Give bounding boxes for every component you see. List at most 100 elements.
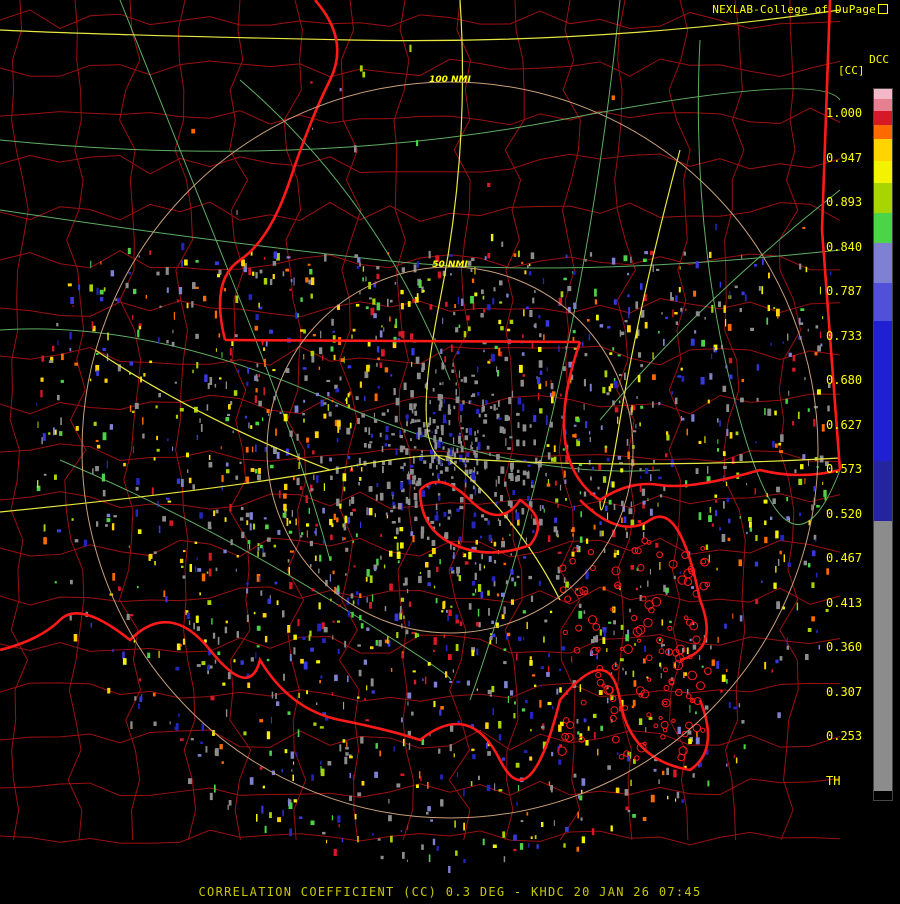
echo-pixel <box>644 645 647 652</box>
echo-pixel <box>285 268 290 272</box>
echo-pixel <box>264 358 266 367</box>
echo-pixel <box>503 648 507 651</box>
echo-pixel <box>556 688 559 695</box>
echo-pixel <box>592 466 594 471</box>
echo-pixel <box>357 417 360 425</box>
echo-pixel <box>807 328 809 332</box>
echo-pixel <box>282 512 287 518</box>
echo-pixel <box>360 623 364 629</box>
echo-pixel <box>229 348 232 356</box>
marsh-contour <box>691 698 696 703</box>
echo-pixel <box>462 552 464 557</box>
echo-pixel <box>539 370 543 375</box>
echo-pixel <box>178 713 180 717</box>
echo-pixel <box>627 272 630 276</box>
echo-pixel <box>372 832 374 836</box>
echo-pixel <box>95 439 99 442</box>
echo-pixel <box>640 283 643 290</box>
echo-pixel <box>43 473 47 476</box>
echo-pixel <box>531 480 534 485</box>
echo-pixel <box>244 415 247 419</box>
echo-pixel <box>599 629 602 636</box>
echo-pixel <box>815 572 818 578</box>
marsh-contour <box>566 721 575 730</box>
echo-pixel <box>232 430 234 434</box>
echo-pixel <box>192 282 196 290</box>
echo-pixel <box>221 352 223 358</box>
echo-pixel <box>487 590 490 596</box>
echo-pixel <box>436 425 440 429</box>
echo-pixel <box>490 633 493 636</box>
echo-pixel <box>172 329 174 334</box>
echo-pixel <box>600 425 603 430</box>
echo-pixel <box>455 619 459 624</box>
echo-pixel <box>440 459 443 466</box>
echo-pixel <box>458 437 460 444</box>
echo-pixel <box>388 798 390 804</box>
echo-pixel <box>532 529 535 534</box>
county-line <box>723 0 746 841</box>
echo-pixel <box>489 452 491 456</box>
echo-pixel <box>550 786 553 793</box>
echo-pixel <box>807 408 810 412</box>
echo-pixel <box>557 504 559 508</box>
echo-pixel <box>453 437 455 444</box>
echo-pixel <box>360 467 363 472</box>
echo-pixel <box>240 506 244 511</box>
echo-pixel <box>539 699 542 708</box>
echo-pixel <box>331 692 333 696</box>
credit-link[interactable]: NEXLAB-College of DuPage <box>712 3 888 16</box>
echo-pixel <box>679 571 681 574</box>
echo-pixel <box>728 518 731 524</box>
echo-pixel <box>402 851 405 859</box>
echo-pixel <box>379 432 382 438</box>
echo-pixel <box>487 182 491 187</box>
echo-pixel <box>527 464 531 467</box>
echo-pixel <box>403 462 406 467</box>
echo-pixel <box>407 692 412 699</box>
echo-pixel <box>625 671 627 675</box>
echo-pixel <box>135 509 138 517</box>
echo-pixel <box>488 556 492 562</box>
echo-pixel <box>228 404 231 410</box>
echo-pixel <box>246 582 249 585</box>
echo-pixel <box>471 278 475 283</box>
echo-pixel <box>157 500 159 507</box>
echo-pixel <box>351 334 353 339</box>
echo-pixel <box>73 634 78 642</box>
echo-pixel <box>707 466 709 474</box>
echo-pixel <box>263 256 266 260</box>
echo-pixel <box>522 440 526 447</box>
echo-pixel <box>427 536 430 540</box>
echo-pixel <box>816 504 820 508</box>
echo-pixel <box>411 711 414 716</box>
echo-pixel <box>287 711 291 715</box>
echo-pixel <box>448 254 453 257</box>
echo-pixel <box>360 736 364 744</box>
marsh-contour <box>700 727 706 733</box>
echo-pixel <box>458 370 460 378</box>
echo-pixel <box>349 422 352 429</box>
echo-pixel <box>463 858 466 863</box>
echo-pixel <box>69 615 72 621</box>
echo-pixel <box>728 374 733 380</box>
echo-pixel <box>48 360 53 363</box>
echo-pixel <box>459 496 464 503</box>
echo-pixel <box>466 459 470 463</box>
echo-pixel <box>538 315 541 319</box>
echo-pixel <box>387 444 391 447</box>
echo-pixel <box>261 805 264 814</box>
echo-pixel <box>775 530 779 539</box>
echo-pixel <box>380 855 384 860</box>
echo-pixel <box>756 364 759 371</box>
echo-pixel <box>364 396 366 402</box>
echo-pixel <box>414 632 417 639</box>
echo-pixel <box>433 681 438 688</box>
echo-pixel <box>376 346 380 353</box>
echo-pixel <box>245 512 250 518</box>
echo-pixel <box>186 452 189 458</box>
echo-pixel <box>413 679 417 685</box>
echo-pixel <box>395 448 398 456</box>
echo-pixel <box>127 247 131 255</box>
echo-pixel <box>326 839 328 844</box>
